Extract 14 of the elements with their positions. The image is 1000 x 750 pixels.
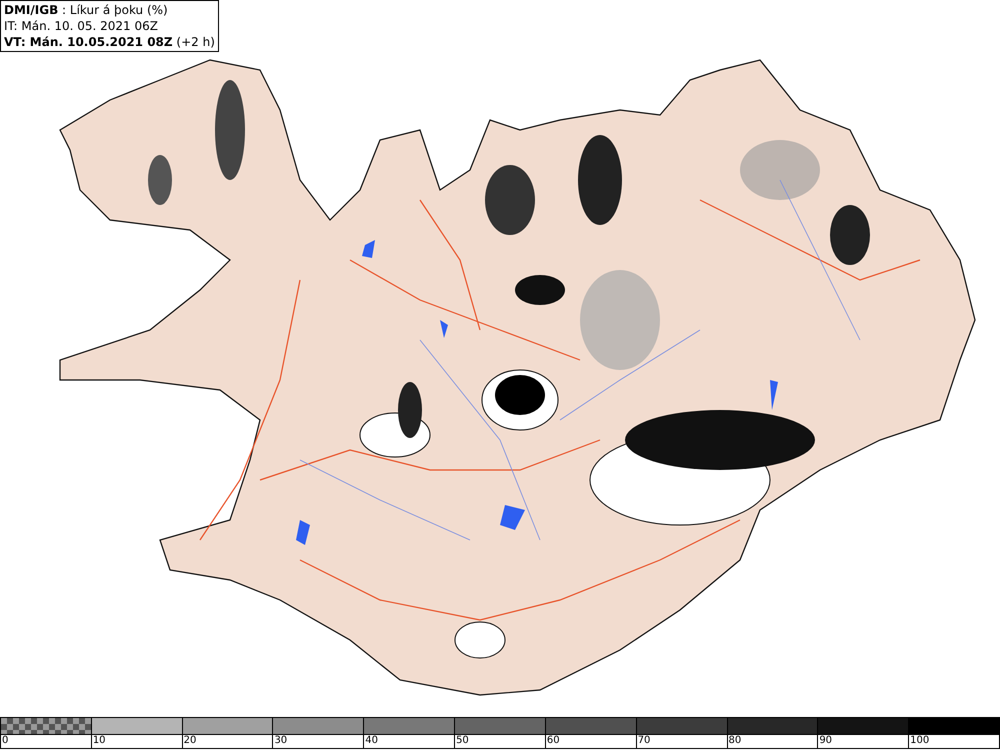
legend-label: 20: [184, 735, 196, 746]
header-line: VT: Mán. 10.05.2021 08Z (+2 h): [4, 34, 215, 50]
legend-label: 60: [546, 735, 560, 746]
legend-label: 30: [274, 735, 288, 746]
legend-label: 70: [638, 735, 650, 746]
legend-label: 40: [365, 735, 378, 746]
legend-label: 100: [910, 735, 930, 746]
legend-label: 10: [92, 735, 106, 746]
header-line: IT: Mán. 10. 05. 2021 06Z: [4, 18, 159, 34]
legend-label: 0: [2, 735, 8, 746]
legend-label: 80: [728, 735, 742, 746]
legend-label: 50: [456, 735, 469, 746]
header-line: DMI/IGB : Líkur á þoku (%): [4, 2, 169, 18]
legend-label: 90: [819, 735, 832, 746]
